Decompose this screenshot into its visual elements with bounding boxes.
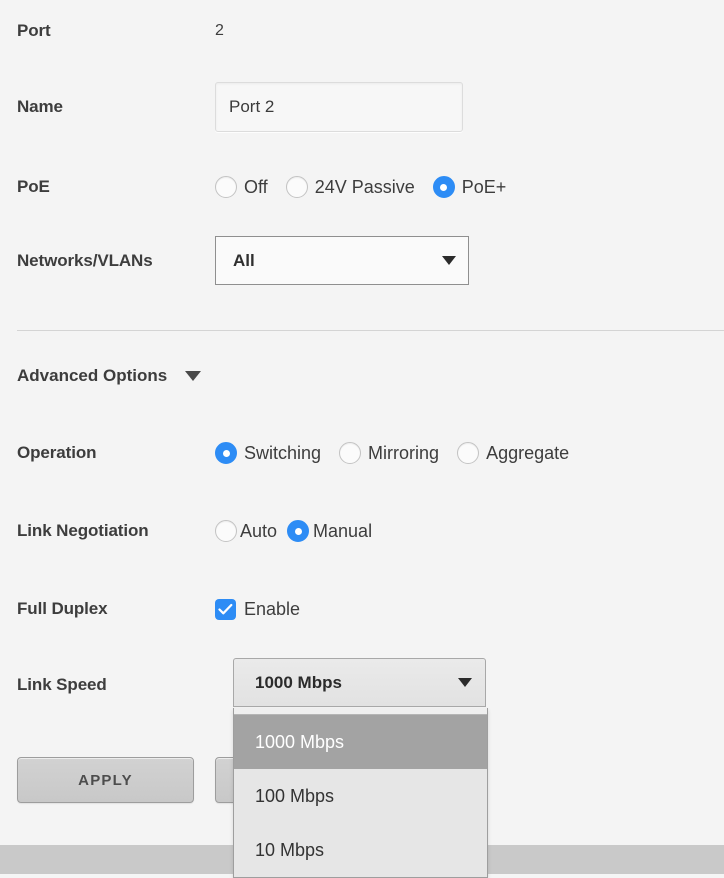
control-poe: Off 24V Passive PoE+ xyxy=(215,176,724,198)
checkbox-icon-enable[interactable] xyxy=(215,598,236,620)
form-row-operation: Operation Switching Mirroring Aggregate xyxy=(0,436,724,470)
radio-icon-poe-plus[interactable] xyxy=(432,176,455,198)
link-speed-option-10-mbps[interactable]: 10 Mbps xyxy=(234,823,487,877)
chevron-down-icon xyxy=(458,678,472,687)
name-input[interactable] xyxy=(215,82,463,132)
chevron-down-icon xyxy=(442,256,456,265)
form-row-name: Name xyxy=(0,82,724,132)
chevron-down-icon[interactable] xyxy=(185,371,202,381)
radio-icon-manual[interactable] xyxy=(287,520,310,542)
control-operation: Switching Mirroring Aggregate xyxy=(215,442,724,464)
poe-option-off-label: Off xyxy=(244,176,268,197)
dropdown-list-spacer xyxy=(234,708,487,715)
control-name xyxy=(215,82,724,132)
link-speed-dropdown-value: 1000 Mbps xyxy=(255,672,342,692)
label-poe: PoE xyxy=(17,177,50,196)
apply-button[interactable]: APPLY xyxy=(17,757,194,803)
link-speed-option-100-mbps-label: 100 Mbps xyxy=(255,785,335,806)
form-row-networks-vlans: Networks/VLANs All xyxy=(0,236,724,285)
full-duplex-enable-label: Enable xyxy=(244,598,301,619)
operation-option-switching[interactable]: Switching xyxy=(215,442,321,464)
networks-vlans-value: All xyxy=(233,250,255,270)
label-name: Name xyxy=(17,97,63,116)
operation-radio-group: Switching Mirroring Aggregate xyxy=(215,442,569,464)
radio-icon-mirroring[interactable] xyxy=(339,442,362,464)
label-operation: Operation xyxy=(17,443,97,462)
link-negotiation-option-manual-label: Manual xyxy=(313,520,373,541)
radio-icon-switching[interactable] xyxy=(215,442,237,464)
poe-radio-group: Off 24V Passive PoE+ xyxy=(215,176,506,198)
link-speed-dropdown-list: 1000 Mbps 100 Mbps 10 Mbps xyxy=(233,708,488,878)
control-link-negotiation: Auto Manual xyxy=(215,520,724,542)
control-full-duplex: Enable xyxy=(215,598,724,620)
label-full-duplex: Full Duplex xyxy=(17,599,108,618)
link-negotiation-option-auto-label: Auto xyxy=(240,520,278,541)
label-networks-vlans: Networks/VLANs xyxy=(17,250,153,270)
link-speed-option-10-mbps-label: 10 Mbps xyxy=(255,839,325,860)
port-number-value: 2 xyxy=(215,22,224,39)
operation-option-mirroring-label: Mirroring xyxy=(368,442,440,463)
form-row-poe: PoE Off 24V Passive PoE+ xyxy=(0,170,724,204)
link-speed-option-100-mbps[interactable]: 100 Mbps xyxy=(234,769,487,823)
port-settings-panel: Port 2 Name PoE Off 24V Passive xyxy=(0,0,724,878)
form-row-link-negotiation: Link Negotiation Auto Manual xyxy=(0,514,724,548)
advanced-options-title: Advanced Options xyxy=(17,366,168,385)
operation-option-switching-label: Switching xyxy=(244,442,322,463)
form-row-full-duplex: Full Duplex Enable xyxy=(0,592,724,626)
apply-button-label: APPLY xyxy=(78,771,133,789)
operation-option-mirroring[interactable]: Mirroring xyxy=(339,442,439,464)
label-link-negotiation: Link Negotiation xyxy=(17,521,149,540)
poe-option-poe-plus-label: PoE+ xyxy=(461,176,507,197)
operation-option-aggregate-label: Aggregate xyxy=(486,442,570,463)
link-negotiation-option-auto[interactable]: Auto xyxy=(215,520,277,542)
section-divider xyxy=(17,330,724,331)
poe-option-24v-passive-label: 24V Passive xyxy=(314,176,415,197)
radio-icon-24v-passive[interactable] xyxy=(285,176,308,198)
radio-icon-off[interactable] xyxy=(215,176,237,198)
full-duplex-checkbox-group[interactable]: Enable xyxy=(215,598,301,620)
control-port: 2 xyxy=(215,22,724,40)
poe-option-24v-passive[interactable]: 24V Passive xyxy=(285,176,415,198)
poe-option-poe-plus[interactable]: PoE+ xyxy=(432,176,507,198)
link-speed-option-1000-mbps-label: 1000 Mbps xyxy=(255,731,345,752)
control-networks-vlans: All xyxy=(215,236,724,285)
form-row-port: Port 2 xyxy=(0,14,724,48)
link-negotiation-option-manual[interactable]: Manual xyxy=(287,520,372,542)
operation-option-aggregate[interactable]: Aggregate xyxy=(457,442,569,464)
radio-icon-auto[interactable] xyxy=(215,520,237,542)
networks-vlans-select[interactable]: All xyxy=(215,236,469,285)
radio-icon-aggregate[interactable] xyxy=(457,442,480,464)
link-speed-option-1000-mbps[interactable]: 1000 Mbps xyxy=(234,715,487,769)
advanced-options-header[interactable]: Advanced Options xyxy=(17,366,202,386)
label-link-speed: Link Speed xyxy=(17,675,107,694)
link-speed-dropdown-button[interactable]: 1000 Mbps xyxy=(233,658,486,707)
poe-option-off[interactable]: Off xyxy=(215,176,268,198)
link-negotiation-radio-group: Auto Manual xyxy=(215,520,372,542)
label-port: Port xyxy=(17,21,51,40)
